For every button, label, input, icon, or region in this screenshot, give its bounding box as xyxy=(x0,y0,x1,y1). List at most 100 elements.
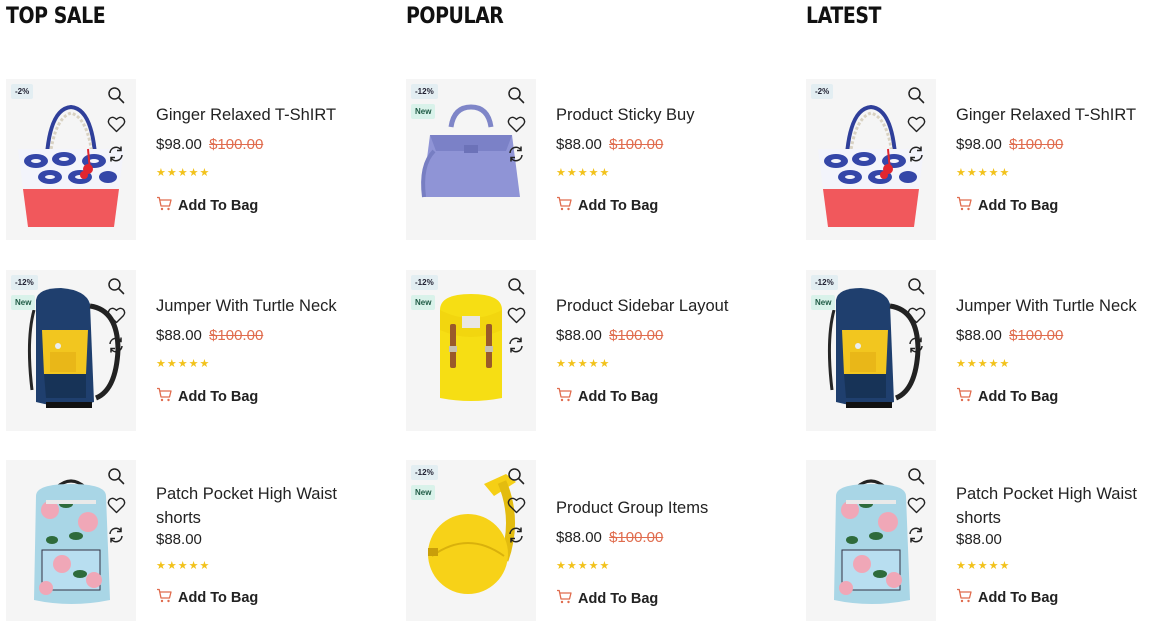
add-to-bag-button[interactable]: Add To Bag xyxy=(156,588,258,607)
add-to-bag-button[interactable]: Add To Bag xyxy=(556,196,658,215)
product-name-link[interactable]: Patch Pocket High Waist shorts xyxy=(956,482,1155,530)
quick-view-button[interactable] xyxy=(906,277,926,300)
add-to-bag-label: Add To Bag xyxy=(578,590,659,607)
product-image[interactable]: -12% New xyxy=(406,270,536,431)
wishlist-button[interactable] xyxy=(906,307,926,329)
quick-view-button[interactable] xyxy=(106,467,126,490)
quick-view-button[interactable] xyxy=(506,86,526,107)
product-image[interactable]: -12% New xyxy=(6,270,136,431)
wishlist-button[interactable] xyxy=(506,116,526,137)
old-price: $100.00 xyxy=(609,529,664,546)
star-icon: ★ xyxy=(166,358,177,370)
rating-stars: ★ ★ ★ ★ ★ xyxy=(556,168,609,179)
compare-button[interactable] xyxy=(106,527,126,547)
star-icon: ★ xyxy=(556,560,566,572)
product-card[interactable]: -12% New Product Group Items $88.00 $100… xyxy=(406,460,766,621)
product-image[interactable]: -2% xyxy=(6,79,136,240)
wishlist-button[interactable] xyxy=(506,497,526,518)
star-icon: ★ xyxy=(599,358,610,370)
product-name-link[interactable]: Jumper With Turtle Neck xyxy=(956,294,1137,318)
quick-view-button[interactable] xyxy=(106,277,126,298)
product-image[interactable]: -12% New xyxy=(806,270,936,431)
product-image[interactable]: -2% xyxy=(806,79,936,240)
product-card[interactable]: Patch Pocket High Waist shorts $88.00 ★ ★… xyxy=(806,460,1155,621)
quick-view-button[interactable] xyxy=(906,467,926,488)
add-to-bag-label: Add To Bag xyxy=(178,197,259,214)
product-name-link[interactable]: Ginger Relaxed T-ShIRT xyxy=(956,103,1136,127)
product-name-link[interactable]: Product Group Items xyxy=(556,496,708,520)
product-card[interactable]: -12% New Product Sticky Buy $88.00 $100.… xyxy=(406,79,766,240)
product-image[interactable]: -12% New xyxy=(406,79,536,240)
compare-button[interactable] xyxy=(106,146,126,166)
quick-view-button[interactable] xyxy=(506,277,526,298)
add-to-bag-button[interactable]: Add To Bag xyxy=(156,387,258,406)
wishlist-button[interactable] xyxy=(106,116,126,137)
section-title: POPULAR xyxy=(406,4,504,29)
compare-button[interactable] xyxy=(506,337,526,357)
heart-icon xyxy=(507,307,526,329)
discount-badge: -12% xyxy=(411,275,438,290)
price: $88.00 $100.00 xyxy=(556,529,663,546)
product-name-link[interactable]: Jumper With Turtle Neck xyxy=(156,294,337,318)
add-to-bag-button[interactable]: Add To Bag xyxy=(956,588,1058,607)
heart-icon xyxy=(907,307,926,329)
star-icon: ★ xyxy=(588,560,599,572)
product-name-link[interactable]: Product Sticky Buy xyxy=(556,103,694,127)
compare-button[interactable] xyxy=(506,527,526,547)
quick-view-button[interactable] xyxy=(506,467,526,488)
add-to-bag-button[interactable]: Add To Bag xyxy=(956,196,1058,215)
product-card[interactable]: -12% New Product Sidebar Layout $88.00 $… xyxy=(406,270,766,431)
cart-icon xyxy=(956,387,972,406)
add-to-bag-label: Add To Bag xyxy=(178,388,259,405)
product-card[interactable]: Patch Pocket High Waist shorts $88.00 ★ ★… xyxy=(6,460,366,621)
product-card[interactable]: -2% Ginger Relaxed T-ShIRT $98.00 $100.0… xyxy=(806,79,1155,240)
add-to-bag-button[interactable]: Add To Bag xyxy=(556,387,658,406)
rating-stars: ★ ★ ★ ★ ★ xyxy=(956,168,1009,179)
wishlist-button[interactable] xyxy=(106,307,126,329)
compare-button[interactable] xyxy=(906,527,926,547)
star-icon: ★ xyxy=(199,167,210,179)
magnifier-icon xyxy=(107,467,125,490)
add-to-bag-button[interactable]: Add To Bag xyxy=(556,589,658,608)
cart-icon xyxy=(556,387,572,406)
compare-button[interactable] xyxy=(906,146,926,166)
compare-button[interactable] xyxy=(106,337,126,357)
cart-icon xyxy=(156,387,172,406)
star-icon: ★ xyxy=(188,560,199,572)
product-image[interactable] xyxy=(806,460,936,621)
star-icon: ★ xyxy=(588,167,599,179)
magnifier-icon xyxy=(907,277,925,300)
rating-stars: ★ ★ ★ ★ ★ xyxy=(956,359,1009,370)
star-icon: ★ xyxy=(956,560,966,572)
product-card[interactable]: -2% Ginger Relaxed T-ShIRT $98.00 $100.0… xyxy=(6,79,366,240)
star-icon: ★ xyxy=(966,167,977,179)
compare-button[interactable] xyxy=(906,337,926,357)
add-to-bag-button[interactable]: Add To Bag xyxy=(956,387,1058,406)
compare-button[interactable] xyxy=(506,146,526,166)
add-to-bag-label: Add To Bag xyxy=(978,388,1059,405)
product-card[interactable]: -12% New Jumper With Turtle Neck $88.00 … xyxy=(806,270,1155,431)
wishlist-button[interactable] xyxy=(906,497,926,518)
product-image[interactable] xyxy=(6,460,136,621)
wishlist-button[interactable] xyxy=(106,497,126,518)
product-name-link[interactable]: Product Sidebar Layout xyxy=(556,294,728,318)
star-icon: ★ xyxy=(177,560,188,572)
product-name-link[interactable]: Patch Pocket High Waist shorts xyxy=(156,482,366,530)
add-to-bag-button[interactable]: Add To Bag xyxy=(156,196,258,215)
discount-badge: -2% xyxy=(811,84,834,99)
wishlist-button[interactable] xyxy=(906,116,926,137)
star-icon: ★ xyxy=(566,167,577,179)
cart-icon xyxy=(956,588,972,607)
section-title: LATEST xyxy=(806,4,882,29)
star-icon: ★ xyxy=(177,358,188,370)
wishlist-button[interactable] xyxy=(506,307,526,329)
add-to-bag-label: Add To Bag xyxy=(978,197,1059,214)
product-name-link[interactable]: Ginger Relaxed T-ShIRT xyxy=(156,103,336,127)
star-icon: ★ xyxy=(977,560,988,572)
old-price: $100.00 xyxy=(609,136,664,153)
product-card[interactable]: -12% New Jumper With Turtle Neck $88.00 … xyxy=(6,270,366,431)
heart-icon xyxy=(107,307,126,329)
quick-view-button[interactable] xyxy=(106,86,126,107)
product-image[interactable]: -12% New xyxy=(406,460,536,621)
quick-view-button[interactable] xyxy=(906,86,926,107)
